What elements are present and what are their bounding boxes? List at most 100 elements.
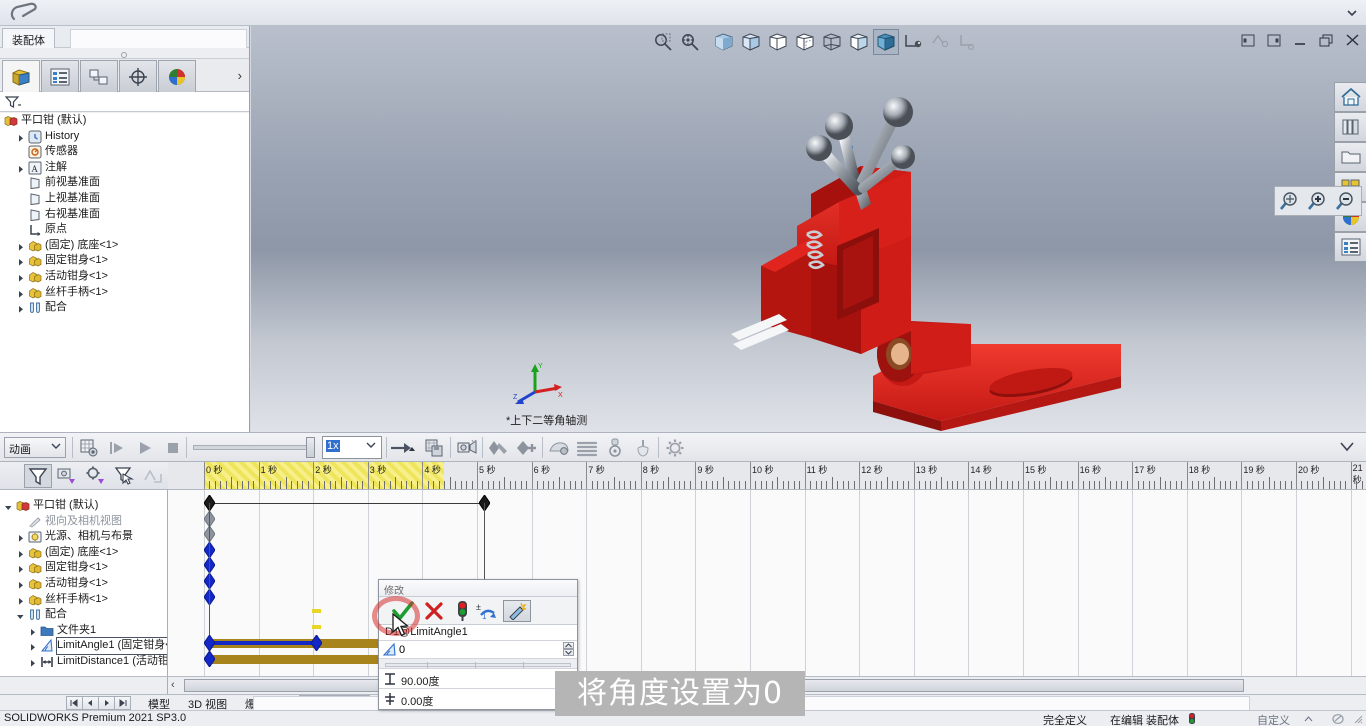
graphics-area[interactable]: Y X Z *上下二等角轴测	[251, 26, 1366, 432]
panel-splitter[interactable]	[0, 48, 249, 59]
apply-scene-icon[interactable]	[954, 29, 980, 55]
display-style-icon[interactable]	[927, 29, 953, 55]
animation-wizard2-icon[interactable]	[454, 436, 479, 459]
restore-icon[interactable]	[1318, 32, 1334, 48]
zoom-to-area-icon[interactable]	[650, 29, 676, 55]
zoom-to-fit-icon[interactable]	[1277, 189, 1303, 213]
play-from-start-icon[interactable]	[104, 436, 129, 459]
timeline-zoom-slider[interactable]	[193, 445, 315, 450]
damper-icon[interactable]	[602, 436, 627, 459]
expand-arrow-icon[interactable]	[16, 304, 25, 313]
motor-icon[interactable]	[546, 436, 571, 459]
wireframe-icon[interactable]	[819, 29, 845, 55]
stop-icon[interactable]	[160, 436, 185, 459]
force-icon[interactable]	[630, 436, 655, 459]
play-icon[interactable]	[132, 436, 157, 459]
timeline-ruler[interactable]: 0 秒 1 秒 2 秒 3 秒 4 秒 5 秒 6 秒 7 秒 8 秒 9 秒 10 秒 11 秒 12…	[168, 462, 1366, 490]
min-limit-row[interactable]: 0.00度	[379, 689, 577, 709]
dimension-slider[interactable]	[379, 659, 577, 669]
expand-arrow-icon[interactable]	[16, 549, 25, 558]
view-orientation-icon[interactable]	[873, 29, 899, 55]
bottom-tab-0[interactable]: 模型	[140, 695, 178, 711]
resize-grip-icon[interactable]	[1354, 715, 1363, 724]
prev-page-icon[interactable]	[82, 696, 99, 710]
close-icon[interactable]	[1344, 32, 1360, 48]
save-animation-icon[interactable]	[422, 436, 447, 459]
hidden-lines-visible-icon[interactable]	[792, 29, 818, 55]
document-tab-assembly[interactable]: 装配体	[2, 28, 55, 48]
property-manager-tab[interactable]	[41, 60, 79, 92]
dimension-value-input[interactable]	[399, 642, 549, 657]
restore-left-icon[interactable]	[1240, 32, 1256, 48]
expand-arrow-icon[interactable]	[16, 242, 25, 251]
traffic-light-icon[interactable]	[451, 600, 473, 622]
expand-arrow-icon[interactable]	[16, 289, 25, 298]
design-library-icon[interactable]	[1334, 112, 1366, 142]
toolbar-overflow-chevron-icon[interactable]	[1340, 442, 1354, 452]
timeline-track-area[interactable]	[168, 490, 1366, 676]
feature-manager-tab[interactable]	[2, 60, 40, 92]
add-key-icon[interactable]	[514, 436, 539, 459]
hidden-lines-removed-icon[interactable]	[765, 29, 791, 55]
feature-tree[interactable]: 平口钳 (默认) History 传感器 A 注解 前视基准面 上视基准面 右视基准面 原点 (…	[0, 113, 249, 432]
next-page-icon[interactable]	[98, 696, 115, 710]
zoom-out-icon[interactable]	[1333, 189, 1359, 213]
minimize-icon[interactable]	[1292, 32, 1308, 48]
file-explorer-icon[interactable]	[1334, 142, 1366, 172]
tree-root[interactable]: 平口钳 (默认)	[0, 113, 249, 129]
expand-arrow-icon[interactable]	[16, 133, 25, 142]
shaded-icon[interactable]	[711, 29, 737, 55]
magic-wand-icon[interactable]	[503, 600, 531, 622]
expand-arrow-icon[interactable]	[16, 564, 25, 573]
dimension-value-spinner[interactable]	[563, 642, 574, 657]
vise-model-3d[interactable]	[611, 76, 1251, 432]
configuration-manager-tab[interactable]	[80, 60, 118, 92]
shaded-with-edges-icon[interactable]	[738, 29, 764, 55]
draft-quality-icon[interactable]	[846, 29, 872, 55]
tree-filter-bar[interactable]	[0, 92, 249, 112]
expand-arrow-icon[interactable]	[16, 596, 25, 605]
section-view-icon[interactable]	[900, 29, 926, 55]
expand-arrow-icon[interactable]	[16, 164, 25, 173]
expand-arrow-icon[interactable]	[4, 502, 13, 511]
scroll-left-arrow[interactable]: ‹	[171, 679, 175, 691]
filter-all-icon[interactable]	[24, 464, 52, 488]
motion-manager-tree[interactable]: 平口钳 (默认) 视向及相机视图 光源、相机与布景 (固定) 底座<1> 固定钳身<1>…	[0, 490, 168, 676]
spring-icon[interactable]	[574, 436, 599, 459]
expand-arrow-icon[interactable]	[28, 658, 37, 667]
home-icon[interactable]	[1334, 82, 1366, 112]
chevron-up-icon[interactable]	[1304, 716, 1313, 722]
last-page-icon[interactable]	[114, 696, 131, 710]
filter-selected-icon[interactable]	[111, 464, 139, 488]
expand-arrow-icon[interactable]	[28, 627, 37, 636]
timeline-driven-bar[interactable]	[209, 641, 321, 646]
timeline-zoom-knob[interactable]	[306, 437, 315, 458]
animation-mode-select[interactable]: 动画	[4, 437, 66, 458]
expand-arrow-icon[interactable]	[28, 642, 37, 651]
motion-study-properties-icon[interactable]	[662, 436, 687, 459]
playback-mode-icon[interactable]	[388, 436, 418, 459]
timeline-key[interactable]	[204, 635, 215, 652]
rebuild-undo-icon[interactable]: ±1	[475, 600, 501, 622]
max-limit-row[interactable]: 90.00度	[379, 669, 577, 689]
filter-drivers-icon[interactable]	[82, 464, 110, 488]
first-page-icon[interactable]	[66, 696, 83, 710]
zoom-in-icon[interactable]	[1305, 189, 1331, 213]
display-manager-tab[interactable]	[158, 60, 196, 92]
restore-right-icon[interactable]	[1266, 32, 1282, 48]
expand-arrow-icon[interactable]	[16, 273, 25, 282]
filter-animated-icon[interactable]	[53, 464, 81, 488]
auto-key-icon[interactable]	[486, 436, 511, 459]
dimxpert-manager-tab[interactable]	[119, 60, 157, 92]
playback-speed-select[interactable]: 1x	[322, 436, 382, 459]
modify-dialog[interactable]: 修改 ±1 D1@LimitAngle1 0 90.00度 0.00度	[378, 579, 578, 710]
filter-results-icon[interactable]	[140, 464, 168, 488]
custom-properties-icon[interactable]	[1334, 232, 1366, 262]
zoom-to-fit-icon[interactable]	[677, 29, 703, 55]
cancel-x-icon[interactable]	[421, 600, 447, 622]
expand-arrow-icon[interactable]	[16, 580, 25, 589]
animation-wizard-icon[interactable]	[76, 436, 101, 459]
expand-arrow-icon[interactable]	[16, 533, 25, 542]
expand-arrow-icon[interactable]	[16, 257, 25, 266]
expand-arrow-icon[interactable]	[16, 611, 25, 620]
